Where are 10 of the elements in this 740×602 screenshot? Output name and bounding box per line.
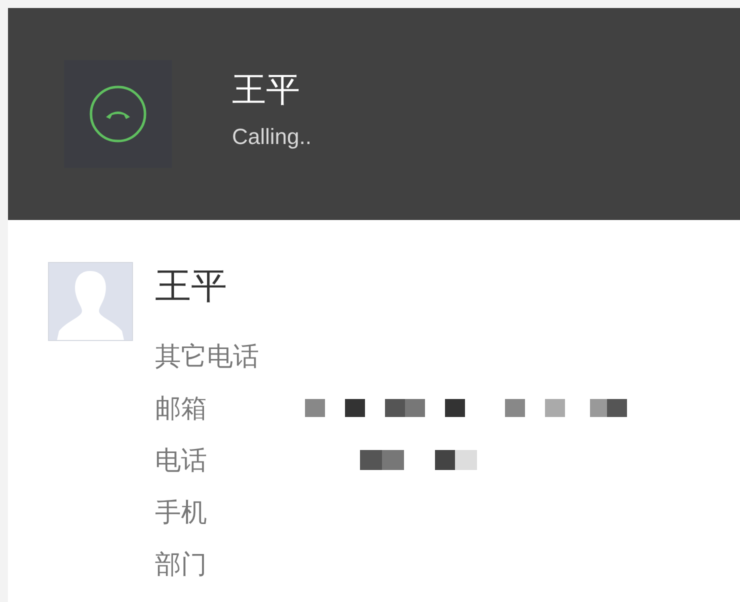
field-label: 其它电话 [155,340,260,374]
field-label: 部门 [155,548,208,582]
field-label: 邮箱 [155,392,208,426]
caller-name: 王平 [232,70,301,110]
call-status: Calling.. [232,124,312,150]
avatar-icon [48,262,133,341]
hang-up-icon[interactable] [89,85,147,143]
field-label: 手机 [155,496,208,530]
contact-name: 王平 [155,266,228,308]
field-label: 电话 [155,444,208,478]
